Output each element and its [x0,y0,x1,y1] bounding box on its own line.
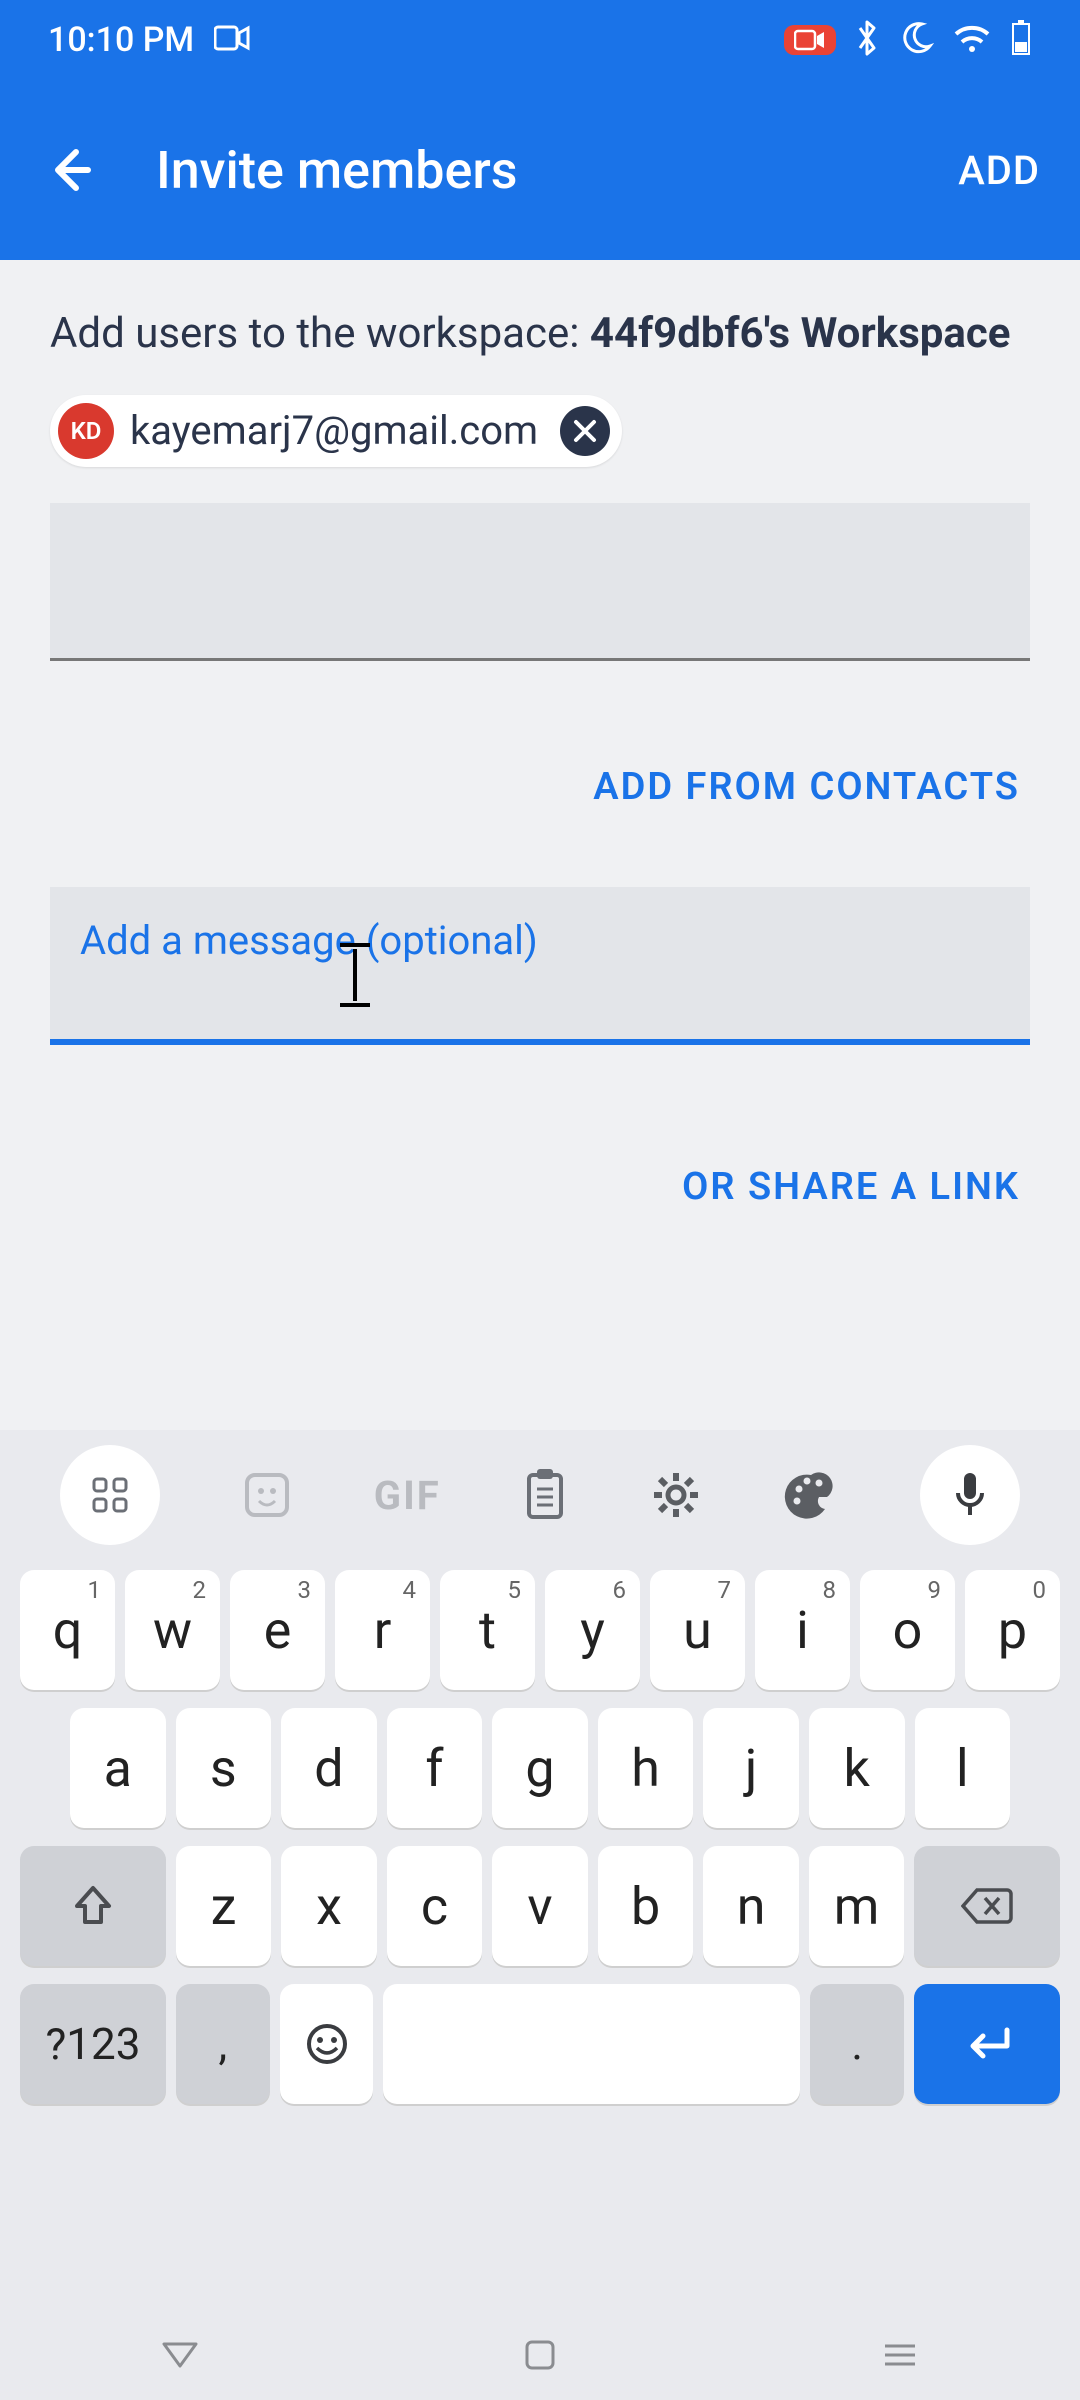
comma-key[interactable]: , [176,1984,270,2104]
enter-key[interactable] [914,1984,1060,2104]
mic-icon[interactable] [920,1445,1020,1545]
text-cursor-icon [340,943,370,1007]
page-title: Invite members [156,140,958,201]
add-button[interactable]: ADD [958,147,1040,194]
key-z[interactable]: z [176,1846,272,1966]
backspace-key[interactable] [914,1846,1060,1966]
grid-icon[interactable] [60,1445,160,1545]
share-link-button[interactable]: OR SHARE A LINK [50,1157,1030,1217]
key-g[interactable]: g [492,1708,588,1828]
key-u[interactable]: 7u [650,1570,745,1690]
key-b[interactable]: b [598,1846,694,1966]
key-a[interactable]: a [70,1708,166,1828]
sticker-icon[interactable] [241,1469,293,1521]
heading: Add users to the workspace: 44f9dbf6's W… [50,306,1030,363]
gif-button[interactable]: GIF [374,1472,441,1519]
gear-icon[interactable] [650,1469,702,1521]
add-from-contacts-button[interactable]: ADD FROM CONTACTS [50,757,1030,817]
space-key[interactable] [383,1984,800,2104]
key-q[interactable]: 1q [20,1570,115,1690]
key-r[interactable]: 4r [335,1570,430,1690]
key-n[interactable]: n [703,1846,799,1966]
key-i[interactable]: 8i [755,1570,850,1690]
avatar: KD [58,403,114,459]
workspace-name: 44f9dbf6's Workspace [590,309,1011,358]
key-v[interactable]: v [492,1846,588,1966]
wifi-icon [952,22,992,58]
key-h[interactable]: h [598,1708,694,1828]
heading-prefix: Add users to the workspace: [50,309,590,358]
bluetooth-icon [854,18,880,62]
key-s[interactable]: s [176,1708,272,1828]
remove-chip-button[interactable] [560,406,610,456]
chip-email: kayemarj7@gmail.com [130,407,538,454]
keyboard: GIF 1q2w3e4r5t6y7u8i9o0p asdfghjkl zxcvb… [0,1430,1080,2400]
nav-back-icon[interactable] [160,2335,200,2375]
key-x[interactable]: x [281,1846,377,1966]
key-e[interactable]: 3e [230,1570,325,1690]
key-p[interactable]: 0p [965,1570,1060,1690]
battery-icon [1010,20,1032,60]
palette-icon[interactable] [783,1469,839,1521]
clipboard-icon[interactable] [521,1467,569,1523]
status-time: 10:10 PM [48,20,194,60]
user-chip[interactable]: KD kayemarj7@gmail.com [50,395,622,467]
back-button[interactable] [40,144,100,196]
message-input[interactable]: Add a message (optional) [50,887,1030,1045]
key-o[interactable]: 9o [860,1570,955,1690]
symbols-key[interactable]: ?123 [20,1984,166,2104]
email-input[interactable] [50,503,1030,661]
screen-record-icon [784,25,836,55]
key-j[interactable]: j [703,1708,799,1828]
emoji-key[interactable] [280,1984,374,2104]
key-w[interactable]: 2w [125,1570,220,1690]
key-k[interactable]: k [809,1708,905,1828]
key-d[interactable]: d [281,1708,377,1828]
moon-icon [898,20,934,60]
shift-key[interactable] [20,1846,166,1966]
key-m[interactable]: m [809,1846,905,1966]
status-bar: 10:10 PM [0,0,1080,80]
key-c[interactable]: c [387,1846,483,1966]
message-placeholder: Add a message (optional) [80,917,1000,964]
key-l[interactable]: l [915,1708,1011,1828]
key-t[interactable]: 5t [440,1570,535,1690]
nav-home-icon[interactable] [520,2335,560,2375]
key-f[interactable]: f [387,1708,483,1828]
period-key[interactable]: . [810,1984,904,2104]
nav-recents-icon[interactable] [880,2335,920,2375]
key-y[interactable]: 6y [545,1570,640,1690]
app-bar: Invite members ADD [0,80,1080,260]
video-icon [214,24,250,56]
